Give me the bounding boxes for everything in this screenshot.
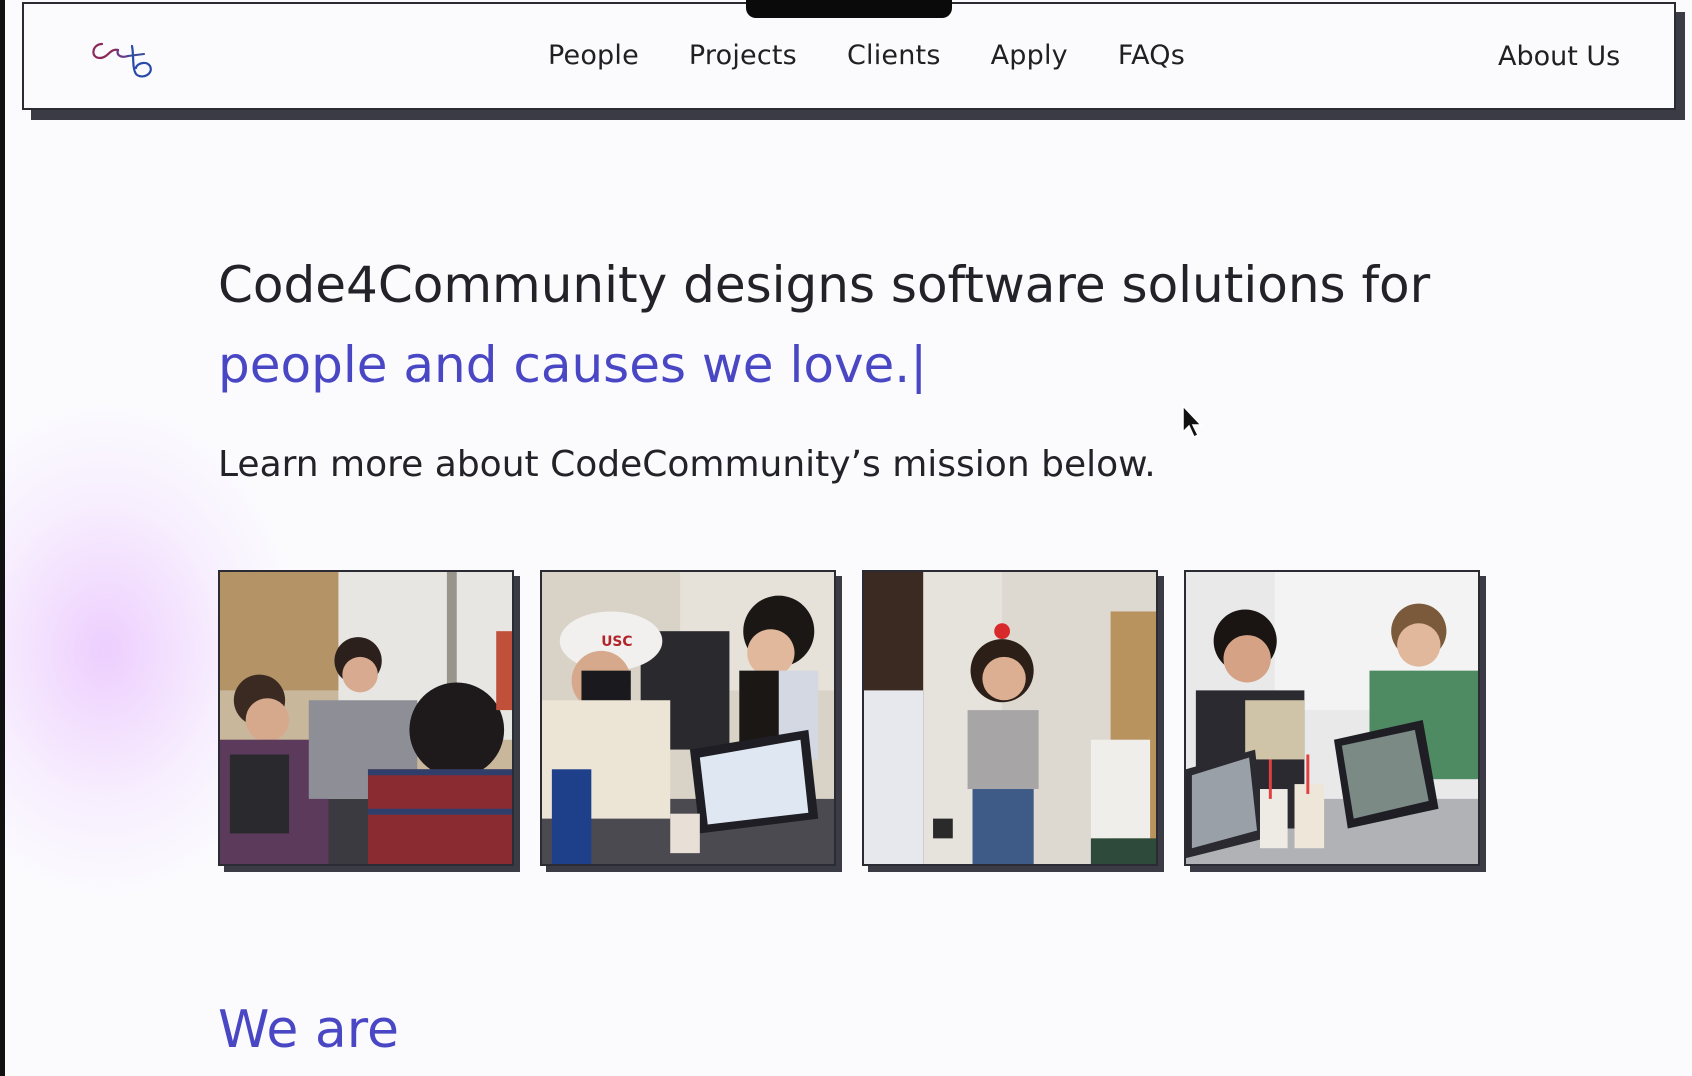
mouse-cursor-icon (1182, 404, 1203, 439)
nav-link-about-us[interactable]: About Us (1498, 41, 1620, 72)
we-are-heading: We are (218, 1000, 399, 1060)
hero-title-main: Code4Community designs software solution… (218, 256, 1431, 314)
window-edge (0, 0, 5, 1076)
hero-subtitle: Learn more about CodeCommunity’s mission… (218, 444, 1156, 485)
screen-notch (746, 0, 952, 18)
svg-text:USC: USC (601, 634, 632, 650)
nav-link-apply[interactable]: Apply (991, 40, 1068, 71)
students-working-laptops-photo[interactable] (1184, 570, 1480, 866)
nav-link-projects[interactable]: Projects (689, 40, 797, 71)
student-presenting-photo[interactable] (862, 570, 1158, 866)
nav-link-clients[interactable]: Clients (847, 40, 941, 71)
page: People Projects Clients Apply FAQs About… (0, 0, 1692, 1076)
photo-gallery: USC (218, 570, 1480, 866)
students-chatting-photo[interactable] (218, 570, 514, 866)
hero-title: Code4Community designs software solution… (218, 245, 1538, 405)
typing-caret: | (910, 336, 928, 394)
navbar: People Projects Clients Apply FAQs About… (22, 2, 1676, 110)
c4c-logo-icon[interactable] (88, 34, 158, 84)
hero-title-accent: people and causes we love. (218, 336, 911, 394)
nav-links: People Projects Clients Apply FAQs (548, 40, 1185, 71)
nav-link-faqs[interactable]: FAQs (1118, 40, 1185, 71)
nav-link-people[interactable]: People (548, 40, 639, 71)
students-laptop-usc-cap-photo[interactable]: USC (540, 570, 836, 866)
